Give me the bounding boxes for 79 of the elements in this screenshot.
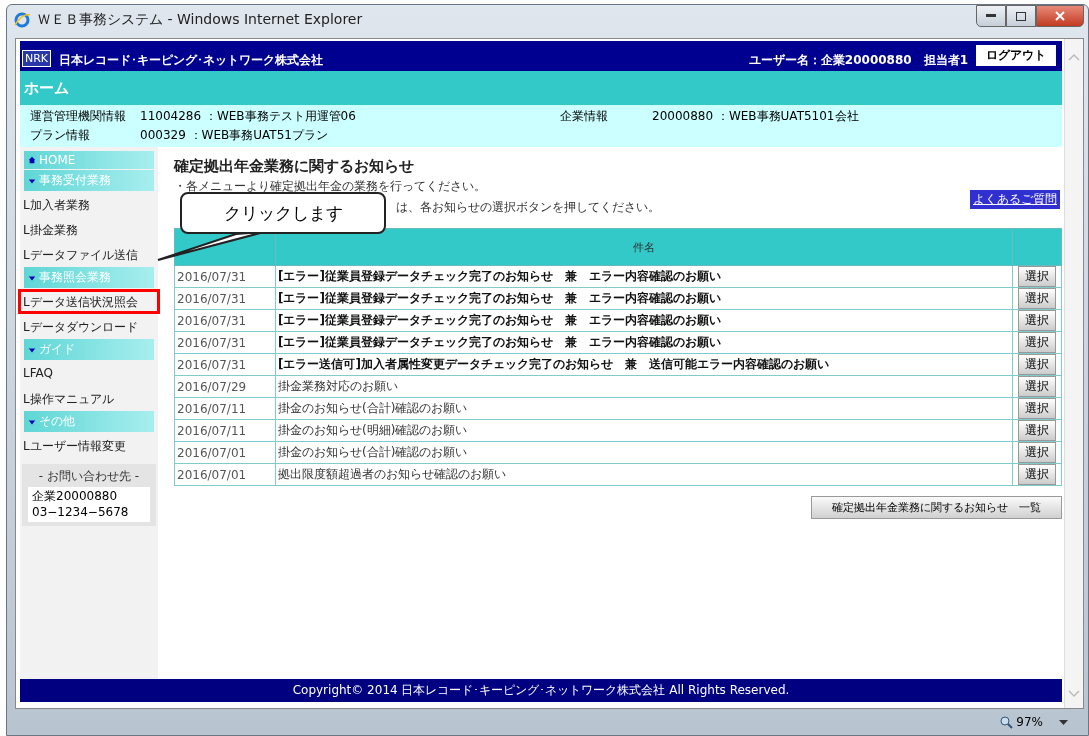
notice-text: は、各お知らせの選択ボタンを押してください。 <box>396 199 660 216</box>
company-logo: NRK <box>22 50 52 67</box>
menu-link[interactable]: Lデータダウンロード <box>18 314 160 339</box>
subject-cell: [エラー]従業員登録データチェック完了のお知らせ 兼 エラー内容確認のお願い <box>275 331 1013 354</box>
contact-details: 企業20000880 03−1234−5678 <box>28 487 150 523</box>
info-value: 11004286 ：WEB事務テスト用運管06 <box>140 108 357 125</box>
menu-link[interactable]: Lデータ送信状況照会 <box>18 289 160 314</box>
date-cell: 2016/07/11 <box>174 397 276 420</box>
menu-link[interactable]: L加入者業務 <box>18 192 160 217</box>
subject-cell: 掛金のお知らせ(合計)確認のお願い <box>275 397 1013 420</box>
company-name: 日本レコード･キーピング･ネットワーク株式会社 <box>59 52 324 69</box>
notice-list-button[interactable]: 確定拠出年金業務に関するお知らせ 一覧 <box>811 496 1062 519</box>
menu-link[interactable]: Lデータファイル送信 <box>18 242 160 267</box>
table-header-cell <box>1012 228 1062 266</box>
minimize-button[interactable] <box>976 5 1006 27</box>
subject-cell: [エラー送信可]加入者属性変更データチェック完了のお知らせ 兼 送信可能エラー内容確認のお願い <box>275 353 1013 376</box>
house-icon <box>28 156 36 164</box>
select-button[interactable]: 選択 <box>1018 442 1056 463</box>
table-header: 件名 <box>275 228 1013 266</box>
info-value: 20000880 ：WEB事務UAT5101会社 <box>652 108 860 125</box>
subject-cell: 掛金のお知らせ(明細)確認のお願い <box>275 419 1013 442</box>
select-button[interactable]: 選択 <box>1018 288 1056 309</box>
date-cell: 2016/07/31 <box>174 309 276 332</box>
select-button[interactable]: 選択 <box>1018 266 1056 287</box>
date-cell: 2016/07/11 <box>174 419 276 442</box>
minimize-icon <box>986 14 996 18</box>
faq-link[interactable]: よくあるご質問 <box>970 190 1060 209</box>
triangle-icon <box>28 176 36 185</box>
select-button[interactable]: 選択 <box>1018 398 1056 419</box>
menu-link[interactable]: L掛金業務 <box>18 217 160 242</box>
subject-cell: 掛金のお知らせ(合計)確認のお願い <box>275 441 1013 464</box>
triangle-icon <box>28 345 36 354</box>
select-button[interactable]: 選択 <box>1018 332 1056 353</box>
maximize-button[interactable] <box>1006 5 1036 27</box>
date-cell: 2016/07/31 <box>174 287 276 310</box>
subject-cell: 拠出限度額超過者のお知らせ確認のお願い <box>275 463 1013 486</box>
menu-section-header: ガイド <box>39 341 75 358</box>
subject-cell: [エラー]従業員登録データチェック完了のお知らせ 兼 エラー内容確認のお願い <box>275 265 1013 288</box>
triangle-icon <box>28 417 36 426</box>
select-button[interactable]: 選択 <box>1018 420 1056 441</box>
info-value: 000329 ：WEB事務UAT51プラン <box>140 127 329 144</box>
menu-link[interactable]: LFAQ <box>18 361 160 386</box>
caret-icon[interactable] <box>1059 719 1068 725</box>
close-button[interactable] <box>1036 5 1084 27</box>
contact-title: - お問い合わせ先 - <box>37 468 141 485</box>
menu-section-header: 事務受付業務 <box>39 172 111 189</box>
date-cell: 2016/07/31 <box>174 353 276 376</box>
subject-cell: [エラー]従業員登録データチェック完了のお知らせ 兼 エラー内容確認のお願い <box>275 309 1013 332</box>
info-label: 運営管理機関情報 <box>30 108 127 125</box>
maximize-icon <box>1016 11 1026 21</box>
zoom-icon <box>1000 715 1014 729</box>
page-title: ホーム <box>20 71 1062 105</box>
date-cell: 2016/07/01 <box>174 463 276 486</box>
section-heading: 確定拠出年金業務に関するお知らせ <box>174 157 415 176</box>
select-button[interactable]: 選択 <box>1018 310 1056 331</box>
subject-cell: [エラー]従業員登録データチェック完了のお知らせ 兼 エラー内容確認のお願い <box>275 287 1013 310</box>
logout-button[interactable]: ログアウト <box>976 45 1056 66</box>
select-button[interactable]: 選択 <box>1018 376 1056 397</box>
menu-section-header: 事務照会業務 <box>39 269 111 286</box>
zoom-level[interactable]: 97% <box>1000 715 1043 729</box>
browser-icon <box>13 11 31 29</box>
menu-section-header: その他 <box>39 413 75 430</box>
info-label: 企業情報 <box>560 108 609 125</box>
close-icon <box>1055 11 1065 21</box>
date-cell: 2016/07/01 <box>174 441 276 464</box>
date-cell: 2016/07/31 <box>174 331 276 354</box>
menu-link[interactable]: Lユーザー情報変更 <box>18 433 160 458</box>
select-button[interactable]: 選択 <box>1018 464 1056 485</box>
notice-text: ・各メニューより確定拠出年金の業務を行ってください。 <box>174 178 487 195</box>
window-title: ＷＥＢ事務システム - Windows Internet Explorer <box>37 11 363 29</box>
select-button[interactable]: 選択 <box>1018 354 1056 375</box>
info-label: プラン情報 <box>30 127 91 144</box>
date-cell: 2016/07/29 <box>174 375 276 398</box>
subject-cell: 掛金業務対応のお願い <box>275 375 1013 398</box>
user-name: ユーザー名：企業20000880 担当者1 <box>748 52 968 69</box>
menu-link[interactable]: L操作マニュアル <box>18 386 160 411</box>
copyright-footer: Copyright© 2014 日本レコード･キーピング･ネットワーク株式会社 All Rights Reserved. <box>20 679 1062 702</box>
date-cell: 2016/07/31 <box>174 265 276 288</box>
triangle-icon <box>28 273 36 282</box>
